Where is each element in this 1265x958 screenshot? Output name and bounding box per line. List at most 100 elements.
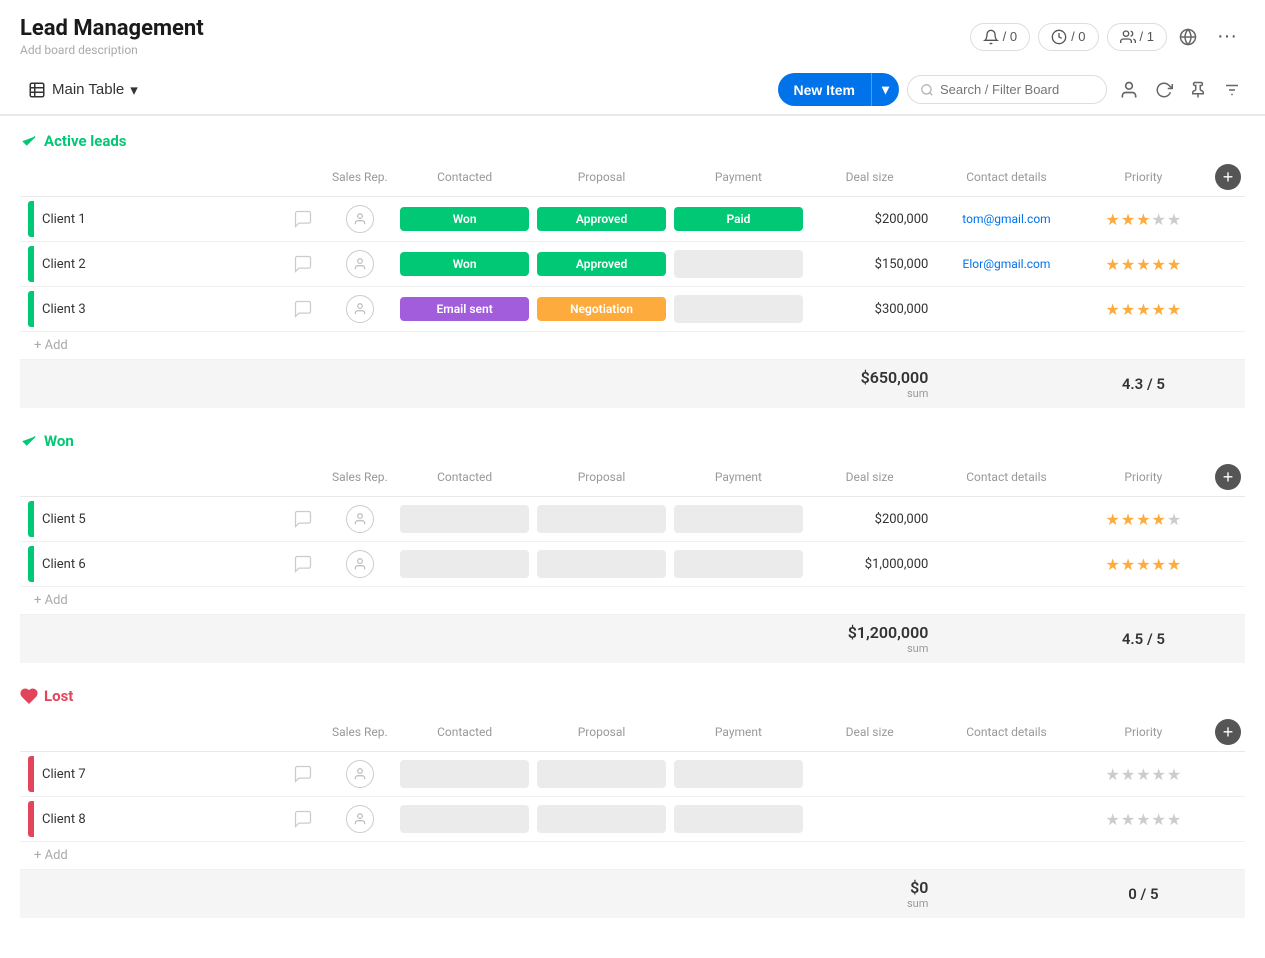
payment-cell[interactable] xyxy=(670,497,807,542)
avatar-cell[interactable] xyxy=(323,497,396,542)
add-column-button[interactable]: + xyxy=(1215,719,1241,745)
add-row-cell[interactable]: + Add xyxy=(20,587,1245,615)
status-empty-cell[interactable] xyxy=(537,760,666,788)
contacted-cell[interactable]: Email sent xyxy=(396,287,533,332)
add-row-cell[interactable]: + Add xyxy=(20,842,1245,870)
payment-cell[interactable]: Paid xyxy=(670,197,807,242)
avatar-cell[interactable] xyxy=(323,287,396,332)
group-toggle-active_leads[interactable] xyxy=(20,132,38,150)
status-badge[interactable]: Email sent xyxy=(400,297,529,321)
priority-cell[interactable]: ★★★★★ xyxy=(1081,497,1206,542)
chat-cell[interactable] xyxy=(282,242,323,287)
status-empty-cell[interactable] xyxy=(674,250,803,278)
add-row-cell[interactable]: + Add xyxy=(20,332,1245,360)
contact-cell[interactable]: tom@gmail.com xyxy=(932,197,1080,242)
stars[interactable]: ★★★★★ xyxy=(1085,510,1202,529)
stars[interactable]: ★★★★★ xyxy=(1085,300,1202,319)
chat-cell[interactable] xyxy=(282,797,323,842)
priority-cell[interactable]: ★★★★★ xyxy=(1081,197,1206,242)
priority-cell[interactable]: ★★★★★ xyxy=(1081,542,1206,587)
col-header-add[interactable]: + xyxy=(1206,713,1245,752)
search-input[interactable] xyxy=(940,82,1094,97)
avatar-cell[interactable] xyxy=(323,242,396,287)
contact-cell[interactable] xyxy=(932,497,1080,542)
status-empty-cell[interactable] xyxy=(400,760,529,788)
proposal-cell[interactable] xyxy=(533,542,670,587)
stars[interactable]: ★★★★★ xyxy=(1085,210,1202,229)
chat-cell[interactable] xyxy=(282,752,323,797)
new-item-button[interactable]: New Item ▾ xyxy=(778,73,900,106)
avatar[interactable] xyxy=(346,505,374,533)
contact-cell[interactable] xyxy=(932,797,1080,842)
add-column-button[interactable]: + xyxy=(1215,164,1241,190)
add-row[interactable]: + Add xyxy=(20,587,1245,615)
refresh-button[interactable] xyxy=(1151,77,1177,103)
avatar[interactable] xyxy=(346,295,374,323)
group-title-won[interactable]: Won xyxy=(44,432,74,450)
priority-cell[interactable]: ★★★★★ xyxy=(1081,752,1206,797)
payment-cell[interactable] xyxy=(670,242,807,287)
payment-cell[interactable] xyxy=(670,752,807,797)
group-title-lost[interactable]: Lost xyxy=(44,687,73,705)
person-action[interactable]: / 1 xyxy=(1107,23,1167,51)
chat-cell[interactable] xyxy=(282,497,323,542)
proposal-cell[interactable]: Approved xyxy=(533,197,670,242)
stars[interactable]: ★★★★★ xyxy=(1085,555,1202,574)
avatar[interactable] xyxy=(346,205,374,233)
status-badge[interactable]: Negotiation xyxy=(537,297,666,321)
status-empty-cell[interactable] xyxy=(537,505,666,533)
group-title-active_leads[interactable]: Active leads xyxy=(44,132,127,150)
avatar-cell[interactable] xyxy=(323,197,396,242)
stars[interactable]: ★★★★★ xyxy=(1085,255,1202,274)
proposal-cell[interactable] xyxy=(533,752,670,797)
proposal-cell[interactable] xyxy=(533,797,670,842)
avatar[interactable] xyxy=(346,805,374,833)
avatar-cell[interactable] xyxy=(323,542,396,587)
contact-cell[interactable] xyxy=(932,542,1080,587)
filter-button[interactable] xyxy=(1219,77,1245,103)
priority-cell[interactable]: ★★★★★ xyxy=(1081,242,1206,287)
add-row[interactable]: + Add xyxy=(20,332,1245,360)
group-toggle-lost[interactable] xyxy=(20,687,38,705)
more-button[interactable]: ··· xyxy=(1209,21,1245,52)
board-description[interactable]: Add board description xyxy=(20,43,204,57)
new-item-caret[interactable]: ▾ xyxy=(871,73,899,106)
status-empty-cell[interactable] xyxy=(674,805,803,833)
status-empty-cell[interactable] xyxy=(400,550,529,578)
contacted-cell[interactable]: Won xyxy=(396,242,533,287)
chat-cell[interactable] xyxy=(282,287,323,332)
search-box[interactable] xyxy=(907,75,1107,104)
contacted-cell[interactable] xyxy=(396,752,533,797)
status-badge[interactable]: Approved xyxy=(537,207,666,231)
status-empty-cell[interactable] xyxy=(537,805,666,833)
add-column-button[interactable]: + xyxy=(1215,464,1241,490)
status-badge[interactable]: Paid xyxy=(674,207,803,231)
col-header-add[interactable]: + xyxy=(1206,458,1245,497)
stars[interactable]: ★★★★★ xyxy=(1085,810,1202,829)
contacted-cell[interactable]: Won xyxy=(396,197,533,242)
proposal-cell[interactable]: Approved xyxy=(533,242,670,287)
avatar[interactable] xyxy=(346,760,374,788)
status-empty-cell[interactable] xyxy=(674,295,803,323)
priority-cell[interactable]: ★★★★★ xyxy=(1081,287,1206,332)
col-header-add[interactable]: + xyxy=(1206,158,1245,197)
avatar[interactable] xyxy=(346,550,374,578)
main-table-button[interactable]: Main Table ▾ xyxy=(20,77,146,103)
contact-cell[interactable] xyxy=(932,752,1080,797)
group-toggle-won[interactable] xyxy=(20,432,38,450)
status-empty-cell[interactable] xyxy=(537,550,666,578)
payment-cell[interactable] xyxy=(670,287,807,332)
pin-button[interactable] xyxy=(1185,77,1211,103)
contacted-cell[interactable] xyxy=(396,542,533,587)
payment-cell[interactable] xyxy=(670,542,807,587)
status-empty-cell[interactable] xyxy=(674,760,803,788)
add-row[interactable]: + Add xyxy=(20,842,1245,870)
contact-cell[interactable]: Elor@gmail.com xyxy=(932,242,1080,287)
contacted-cell[interactable] xyxy=(396,797,533,842)
chat-cell[interactable] xyxy=(282,197,323,242)
avatar[interactable] xyxy=(346,250,374,278)
proposal-cell[interactable] xyxy=(533,497,670,542)
status-empty-cell[interactable] xyxy=(674,550,803,578)
bell-action[interactable]: / 0 xyxy=(970,23,1030,51)
person-filter-button[interactable] xyxy=(1115,76,1143,104)
